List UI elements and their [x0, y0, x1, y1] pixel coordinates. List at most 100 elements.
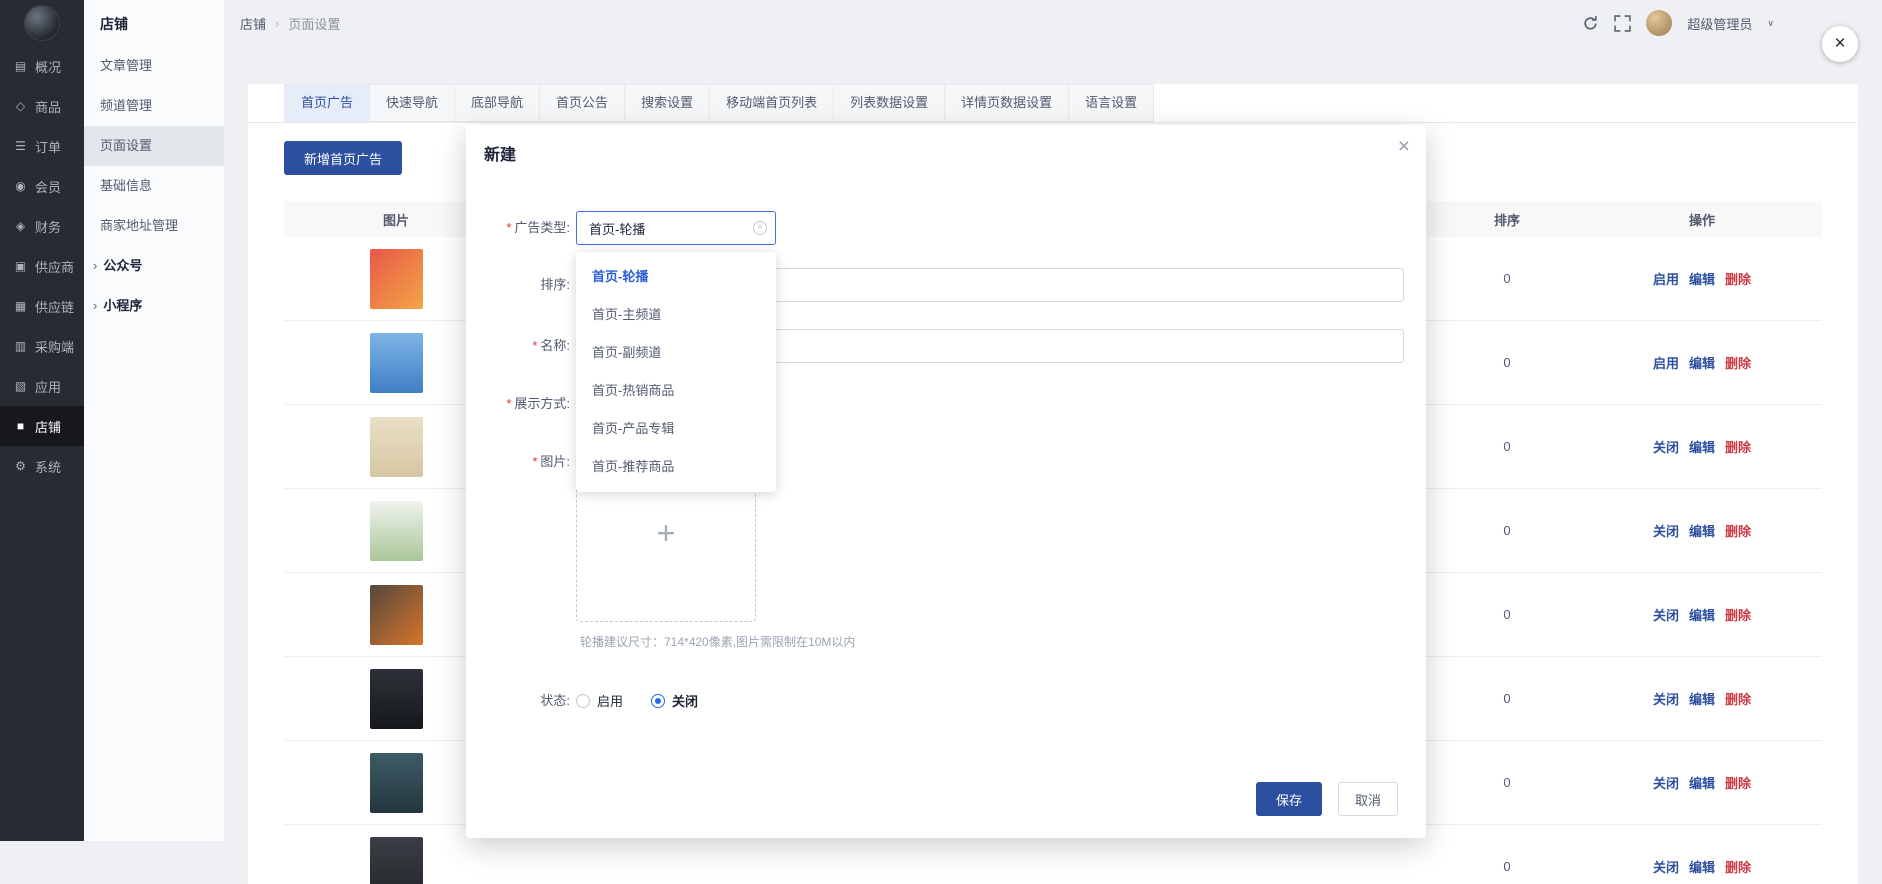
sort-cell: 0 — [1432, 775, 1582, 790]
tab[interactable]: 首页公告 — [540, 84, 625, 122]
sidebar-item[interactable]: ▧应用 — [0, 366, 84, 406]
radio-disable-label: 关闭 — [672, 691, 698, 710]
toggle-status-link[interactable]: 关闭 — [1653, 524, 1679, 539]
submenu-group-label: 公众号 — [103, 258, 142, 273]
delete-link[interactable]: 删除 — [1725, 524, 1751, 539]
sidebar-menu: ▤概况 ◇ 商品 ☰订单◉会员◈财务▣供应商▦供应链▥采购端▧应用■店铺⚙系统 — [0, 46, 84, 486]
goods-icon: ◇ — [13, 99, 28, 113]
submenu-group[interactable]: ›小程序 — [84, 286, 224, 326]
tab[interactable]: 语言设置 — [1069, 84, 1154, 122]
sidebar-item[interactable]: ◈财务 — [0, 206, 84, 246]
radio-disable[interactable]: 关闭 — [651, 691, 698, 710]
tab[interactable]: 详情页数据设置 — [945, 84, 1069, 122]
delete-link[interactable]: 删除 — [1725, 440, 1751, 455]
edit-link[interactable]: 编辑 — [1689, 356, 1715, 371]
image-cell — [284, 837, 508, 884]
finance-icon: ◈ — [13, 219, 28, 233]
edit-link[interactable]: 编辑 — [1689, 776, 1715, 791]
delete-link[interactable]: 删除 — [1725, 776, 1751, 791]
sort-cell: 0 — [1432, 271, 1582, 286]
action-cell: 关闭编辑删除 — [1582, 689, 1822, 708]
modal-close-icon[interactable]: × — [1398, 135, 1410, 159]
dropdown-option[interactable]: 首页-主频道 — [576, 296, 776, 334]
chevron-down-icon[interactable]: ∨ — [1767, 18, 1774, 29]
sidebar-item[interactable]: ▥采购端 — [0, 326, 84, 366]
tab[interactable]: 搜索设置 — [625, 84, 710, 122]
dropdown-option[interactable]: 首页-推荐商品 — [576, 448, 776, 486]
edit-link[interactable]: 编辑 — [1689, 440, 1715, 455]
tab[interactable]: 首页广告 — [284, 84, 370, 122]
dropdown-option[interactable]: 首页-副频道 — [576, 334, 776, 372]
dark-sidebar: ▤概况 ◇ 商品 ☰订单◉会员◈财务▣供应商▦供应链▥采购端▧应用■店铺⚙系统 — [0, 0, 84, 841]
dashboard-icon: ▤ — [13, 59, 28, 73]
submenu-item[interactable]: 基础信息 — [84, 166, 224, 206]
app-logo[interactable] — [24, 5, 60, 41]
tab[interactable]: 底部导航 — [455, 84, 540, 122]
toggle-status-link[interactable]: 启用 — [1653, 272, 1679, 287]
delete-link[interactable]: 删除 — [1725, 608, 1751, 623]
submenu-list: 文章管理频道管理页面设置基础信息商家地址管理›公众号›小程序 — [84, 46, 224, 326]
edit-link[interactable]: 编辑 — [1689, 860, 1715, 875]
toggle-status-link[interactable]: 关闭 — [1653, 860, 1679, 875]
modal-title: 新建 — [484, 141, 516, 165]
sidebar-item-label: 店铺 — [35, 417, 61, 436]
clear-icon[interactable]: × — [753, 221, 767, 235]
dropdown-option[interactable]: 首页-产品专辑 — [576, 410, 776, 448]
ad-type-value: 首页-轮播 — [589, 219, 645, 238]
delete-link[interactable]: 删除 — [1725, 860, 1751, 875]
sidebar-item[interactable]: ◇ 商品 — [0, 86, 84, 126]
product-image — [370, 837, 423, 884]
sidebar-item[interactable]: ■店铺 — [0, 406, 84, 446]
toggle-status-link[interactable]: 关闭 — [1653, 776, 1679, 791]
user-avatar[interactable] — [1646, 10, 1672, 36]
submenu-item[interactable]: 文章管理 — [84, 46, 224, 86]
sort-cell: 0 — [1432, 523, 1582, 538]
radio-circle-icon — [576, 694, 590, 708]
edit-link[interactable]: 编辑 — [1689, 524, 1715, 539]
sidebar-item[interactable]: ▦供应链 — [0, 286, 84, 326]
overlay-close-button[interactable]: × — [1822, 26, 1858, 62]
delete-link[interactable]: 删除 — [1725, 356, 1751, 371]
fullscreen-icon[interactable] — [1614, 15, 1631, 32]
tab[interactable]: 移动端首页列表 — [710, 84, 834, 122]
save-button[interactable]: 保存 — [1256, 782, 1322, 816]
submenu-item[interactable]: 频道管理 — [84, 86, 224, 126]
top-header: 店铺 › 页面设置 超级管理员 ∨ — [224, 0, 1882, 46]
toggle-status-link[interactable]: 关闭 — [1653, 608, 1679, 623]
toggle-status-link[interactable]: 关闭 — [1653, 440, 1679, 455]
sidebar-item[interactable]: ▤概况 — [0, 46, 84, 86]
cancel-button[interactable]: 取消 — [1338, 782, 1398, 816]
tab[interactable]: 列表数据设置 — [834, 84, 945, 122]
submenu-group[interactable]: ›公众号 — [84, 246, 224, 286]
ad-type-select[interactable]: 首页-轮播 × — [576, 211, 776, 245]
refresh-icon[interactable] — [1582, 15, 1599, 32]
breadcrumb-root[interactable]: 店铺 — [240, 14, 266, 33]
sidebar-item[interactable]: ☰订单 — [0, 126, 84, 166]
dropdown-option[interactable]: 首页-轮播 — [576, 258, 776, 296]
edit-link[interactable]: 编辑 — [1689, 608, 1715, 623]
submenu-item[interactable]: 页面设置 — [84, 126, 224, 166]
members-icon: ◉ — [13, 179, 28, 193]
sort-cell: 0 — [1432, 691, 1582, 706]
new-ad-modal: 新建 × 广告类型: 首页-轮播 × 排序: 名称: 展示方式: 图片: + 轮… — [466, 125, 1426, 838]
add-home-ad-button[interactable]: 新增首页广告 — [284, 141, 402, 175]
sidebar-item-label: 供应链 — [35, 297, 74, 316]
user-name[interactable]: 超级管理员 — [1687, 14, 1752, 33]
delete-link[interactable]: 删除 — [1725, 272, 1751, 287]
sidebar-item-label: 商品 — [35, 97, 61, 116]
tab-bar: 首页广告快速导航底部导航首页公告搜索设置移动端首页列表列表数据设置详情页数据设置… — [248, 84, 1858, 123]
toggle-status-link[interactable]: 启用 — [1653, 356, 1679, 371]
submenu-group-label: 小程序 — [103, 298, 142, 313]
sidebar-item[interactable]: ◉会员 — [0, 166, 84, 206]
radio-enable[interactable]: 启用 — [576, 691, 623, 710]
status-radio-group: 启用 关闭 — [576, 691, 698, 710]
sidebar-item[interactable]: ▣供应商 — [0, 246, 84, 286]
sidebar-item[interactable]: ⚙系统 — [0, 446, 84, 486]
dropdown-option[interactable]: 首页-热销商品 — [576, 372, 776, 410]
submenu-item[interactable]: 商家地址管理 — [84, 206, 224, 246]
toggle-status-link[interactable]: 关闭 — [1653, 692, 1679, 707]
tab[interactable]: 快速导航 — [370, 84, 455, 122]
edit-link[interactable]: 编辑 — [1689, 272, 1715, 287]
delete-link[interactable]: 删除 — [1725, 692, 1751, 707]
edit-link[interactable]: 编辑 — [1689, 692, 1715, 707]
